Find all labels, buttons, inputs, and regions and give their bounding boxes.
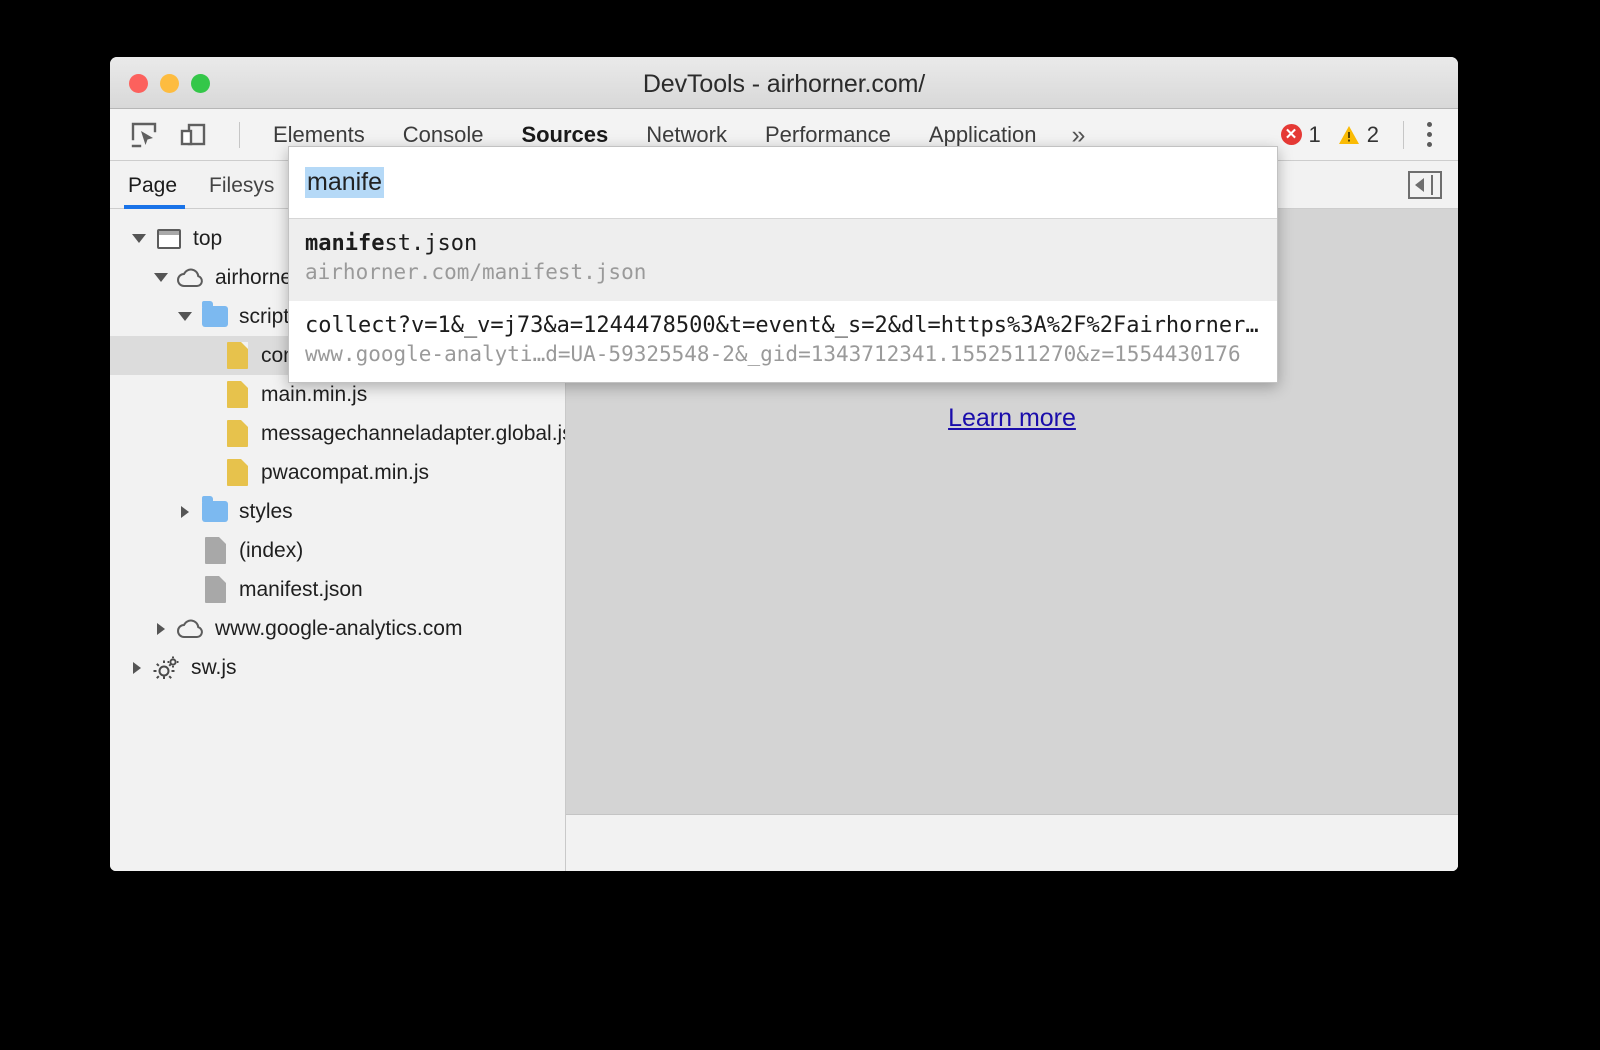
document-icon	[200, 536, 230, 566]
tab-filesystem[interactable]: Filesys	[191, 174, 288, 208]
tree-item-label: pwacompat.min.js	[261, 460, 430, 484]
chevron-right-icon[interactable]	[126, 657, 148, 679]
toolbar-right-group: ✕ 1 2	[1280, 118, 1459, 152]
folder-icon	[200, 301, 230, 332]
chevron-right-icon[interactable]	[174, 501, 196, 523]
inspect-cursor-icon[interactable]	[127, 118, 161, 152]
folder-icon	[200, 496, 230, 527]
devtools-window: DevTools - airhorner.com/ Elements Conso…	[110, 57, 1458, 871]
warning-count: 2	[1366, 121, 1379, 147]
command-item-secondary: www.google-analyti…d=UA-59325548-2&_gid=…	[305, 342, 1241, 367]
window-title: DevTools - airhorner.com/	[642, 70, 926, 98]
tree-item-label: airhorne	[215, 265, 293, 289]
tree-item-manifest-json[interactable]: manifest.json	[110, 570, 565, 609]
chevron-down-icon[interactable]	[174, 306, 196, 328]
toolbar-icon-group	[110, 118, 254, 152]
error-count-group[interactable]: ✕ 1 2	[1280, 121, 1404, 148]
tree-item-styles[interactable]: styles	[110, 492, 565, 531]
gear-icon	[152, 653, 182, 683]
js-file-icon	[222, 341, 252, 371]
cloud-icon	[176, 263, 206, 293]
tree-item-pwacompat-min-js[interactable]: pwacompat.min.js	[110, 453, 565, 492]
toolbar-divider	[239, 121, 240, 148]
js-file-icon	[222, 419, 252, 449]
tree-item-label: (index)	[239, 538, 304, 562]
command-menu-input-row[interactable]: manife	[289, 147, 1277, 219]
kebab-menu-icon[interactable]	[1414, 118, 1444, 152]
chevron-down-icon[interactable]	[128, 228, 150, 250]
tree-item-messagechanneladapter-global-js[interactable]: messagechanneladapter.global.js	[110, 414, 565, 453]
warning-icon	[1338, 125, 1360, 145]
command-item-match: manife	[305, 231, 385, 256]
tree-item-label: script	[239, 304, 290, 328]
frame-icon	[154, 224, 184, 254]
error-icon: ✕	[1280, 124, 1302, 145]
tree-item-label: messagechanneladapter.global.js	[261, 421, 565, 445]
tree-item-label: manifest.json	[239, 577, 363, 601]
window-titlebar: DevTools - airhorner.com/	[110, 57, 1458, 109]
command-item-secondary: airhorner.com/manifest.json	[305, 260, 647, 285]
device-toolbar-icon[interactable]	[176, 118, 210, 152]
command-menu-input[interactable]: manife	[305, 167, 385, 198]
tree-item-index[interactable]: (index)	[110, 531, 565, 570]
tree-item-sw-js[interactable]: sw.js	[110, 648, 565, 687]
command-item-rest: st.json	[384, 231, 478, 256]
tree-item-label: sw.js	[191, 655, 237, 679]
command-menu: manife manifest.json airhorner.com/manif…	[288, 146, 1278, 384]
toolbar-right-divider	[1403, 120, 1404, 149]
tree-item-google-analytics[interactable]: www.google-analytics.com	[110, 609, 565, 648]
command-item-primary: collect?v=1&_v=j73&a=1244478500&t=event&…	[305, 312, 1261, 338]
collapse-sidebar-icon[interactable]	[1408, 170, 1442, 199]
editor-footer	[566, 815, 1458, 871]
tree-item-label: main.min.js	[261, 382, 368, 406]
chevron-down-icon[interactable]	[150, 267, 172, 289]
cloud-icon	[176, 614, 206, 644]
learn-more-link[interactable]: Learn more	[948, 404, 1076, 433]
command-menu-item-collect[interactable]: collect?v=1&_v=j73&a=1244478500&t=event&…	[289, 301, 1277, 383]
tab-page[interactable]: Page	[110, 174, 191, 209]
js-file-icon	[222, 380, 252, 410]
js-file-icon	[222, 458, 252, 488]
command-menu-item-manifest[interactable]: manifest.json airhorner.com/manifest.jso…	[289, 219, 1277, 301]
tree-item-label: top	[193, 226, 223, 250]
chevron-right-icon[interactable]	[150, 618, 172, 640]
command-item-primary: manifest.json	[305, 229, 1261, 258]
document-icon	[200, 575, 230, 605]
tree-item-label: styles	[239, 499, 293, 523]
tree-item-label: www.google-analytics.com	[215, 616, 463, 640]
error-count: 1	[1308, 121, 1321, 147]
